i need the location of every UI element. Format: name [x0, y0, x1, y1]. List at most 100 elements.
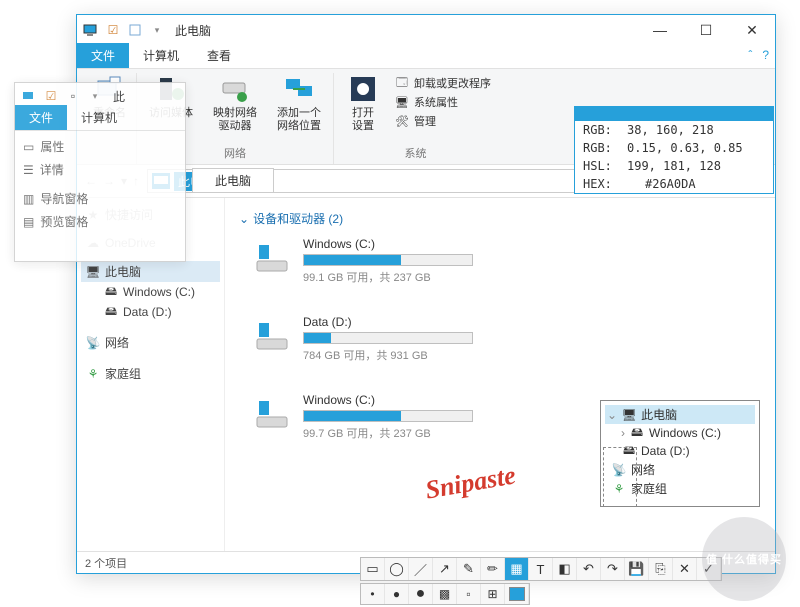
smzdm-watermark: 值 什么值得买 — [702, 517, 786, 601]
pc-icon: 🖥 — [85, 264, 101, 280]
help-icon[interactable]: ? — [762, 48, 769, 62]
open-settings-button[interactable]: 打开 设置 — [340, 73, 386, 133]
manage-icon: 🛠 — [394, 113, 410, 129]
drive-capacity: 99.7 GB 可用，共 237 GB — [303, 425, 503, 441]
ribbon-tabs: 文件 计算机 查看 ˆ ? — [77, 45, 775, 69]
system-properties-button[interactable]: 🖥系统属性 — [394, 94, 491, 110]
status-text: 2 个项目 — [85, 555, 127, 571]
size-small[interactable]: • — [361, 584, 385, 604]
ribbon-collapse-icon[interactable]: ˆ — [748, 48, 752, 62]
breadcrumb-dropdown[interactable]: 此电脑 — [192, 168, 274, 193]
list-icon: ☰ — [23, 163, 34, 177]
selection-marquee — [603, 447, 637, 507]
ghost-title: 此 — [109, 88, 125, 105]
map-network-drive-button[interactable]: 映射网络 驱动器 — [207, 73, 263, 133]
title-bar: ☑ ▾ 此电脑 — ☐ ✕ — [77, 15, 775, 45]
minimize-button[interactable]: — — [637, 15, 683, 45]
ghost-tab-computer[interactable]: 计算机 — [67, 105, 131, 130]
tool-text[interactable]: T — [529, 558, 553, 580]
tool-eraser[interactable]: ◧ — [553, 558, 577, 580]
pattern-hatch[interactable]: ▩ — [433, 584, 457, 604]
tool-line[interactable]: ／ — [409, 558, 433, 580]
settings-icon — [347, 73, 379, 105]
capacity-bar — [303, 410, 473, 422]
annotation-toolbar: ▭ ◯ ／ ↗ ✎ ✏ ▦ T ◧ ↶ ↷ 💾 ⎘ ✕ ✓ — [360, 557, 722, 581]
qat-properties-icon[interactable]: ☑ — [105, 22, 121, 38]
qat-dropdown-icon[interactable]: ▾ — [149, 22, 165, 38]
drive-item[interactable]: Windows (C:) 99.7 GB 可用，共 237 GB — [253, 393, 503, 441]
uninstall-icon: 🗔 — [394, 75, 410, 91]
rgb-value: 38, 160, 218 — [627, 123, 714, 137]
window-title: 此电脑 — [171, 22, 637, 39]
pane-icon: ▥ — [23, 192, 34, 206]
qat-icon: ☑ — [43, 88, 59, 104]
ghost-preview-pane[interactable]: ▤预览窗格 — [19, 210, 181, 233]
tool-save[interactable]: 💾 — [625, 558, 649, 580]
mini-drive-c[interactable]: ›🖴Windows (C:) — [605, 424, 755, 442]
tree-homegroup[interactable]: ⚘家庭组 — [81, 363, 220, 384]
manage-button[interactable]: 🛠管理 — [394, 113, 491, 129]
tool-undo[interactable]: ↶ — [577, 558, 601, 580]
size-medium[interactable]: ● — [385, 584, 409, 604]
tool-ellipse[interactable]: ◯ — [385, 558, 409, 580]
box-icon: ▭ — [23, 140, 34, 154]
drive-item[interactable]: Data (D:)784 GB 可用，共 931 GB — [253, 315, 503, 363]
drive-name: Windows (C:) — [303, 393, 503, 407]
capacity-bar — [303, 332, 473, 344]
tab-computer[interactable]: 计算机 — [129, 43, 193, 68]
drive-capacity: 99.1 GB 可用，共 237 GB — [303, 269, 503, 285]
pinned-tree-popup[interactable]: ⌄🖥此电脑 ›🖴Windows (C:) 🖴Data (D:) 📡网络 ⚘家庭组 — [600, 400, 760, 507]
tree-drive-c[interactable]: 🖴Windows (C:) — [81, 282, 220, 302]
mini-this-pc[interactable]: ⌄🖥此电脑 — [605, 405, 755, 424]
ghost-properties[interactable]: ▭属性 — [19, 135, 181, 158]
tool-arrow[interactable]: ↗ — [433, 558, 457, 580]
tree-this-pc[interactable]: 🖥此电脑 — [81, 261, 220, 282]
maximize-button[interactable]: ☐ — [683, 15, 729, 45]
pattern-blur[interactable]: ▫ — [457, 584, 481, 604]
capacity-bar — [303, 254, 473, 266]
style-toolbar: • ● ● ▩ ▫ ⊞ — [360, 583, 530, 605]
system-properties-icon: 🖥 — [394, 94, 410, 110]
homegroup-icon: ⚘ — [85, 366, 101, 382]
ghost-tab-file[interactable]: 文件 — [15, 105, 67, 130]
color-swatch[interactable] — [505, 584, 529, 604]
tree-network[interactable]: 📡网络 — [81, 332, 220, 353]
tool-redo[interactable]: ↷ — [601, 558, 625, 580]
breadcrumb-bar[interactable]: 此电脑 此电脑 ▾ — [147, 169, 613, 193]
ghost-details[interactable]: ☰详情 — [19, 158, 181, 181]
pane-icon: ▤ — [23, 215, 34, 229]
drive-capacity: 784 GB 可用，共 931 GB — [303, 347, 503, 363]
hsl-value: 199, 181, 128 — [627, 159, 721, 173]
tool-pencil[interactable]: ✎ — [457, 558, 481, 580]
tool-cancel[interactable]: ✕ — [673, 558, 697, 580]
color-picker-popup: RGB:38, 160, 218 RGB:0.15, 0.63, 0.85 HS… — [574, 106, 774, 194]
tool-rectangle[interactable]: ▭ — [361, 558, 385, 580]
close-button[interactable]: ✕ — [729, 15, 775, 45]
drive-icon — [253, 393, 293, 433]
ghost-nav-pane[interactable]: ▥导航窗格 — [19, 187, 181, 210]
rgb-float-value: 0.15, 0.63, 0.85 — [627, 141, 743, 155]
tab-file[interactable]: 文件 — [77, 43, 129, 68]
group-system-label: 系统 — [405, 143, 427, 164]
section-header[interactable]: ⌄ 设备和驱动器 (2) — [239, 210, 765, 227]
system-icon[interactable] — [83, 22, 99, 38]
color-picker-header — [575, 107, 773, 121]
drive-icon: 🖴 — [103, 284, 119, 300]
drive-icon — [253, 237, 293, 277]
uninstall-programs-button[interactable]: 🗔卸载或更改程序 — [394, 75, 491, 91]
tool-marker[interactable]: ✏ — [481, 558, 505, 580]
pattern-pixelate[interactable]: ⊞ — [481, 584, 505, 604]
tab-view[interactable]: 查看 — [193, 43, 245, 68]
system-icon — [21, 88, 37, 104]
network-location-icon — [283, 73, 315, 105]
drive-icon — [253, 315, 293, 355]
tool-copy[interactable]: ⎘ — [649, 558, 673, 580]
chevron-down-icon: ⌄ — [239, 212, 249, 226]
hex-value: #26A0DA — [627, 177, 696, 191]
qat-new-icon[interactable] — [127, 22, 143, 38]
tool-mosaic[interactable]: ▦ — [505, 558, 529, 580]
add-network-location-button[interactable]: 添加一个 网络位置 — [271, 73, 327, 133]
drive-item[interactable]: Windows (C:)99.1 GB 可用，共 237 GB — [253, 237, 503, 285]
tree-drive-d[interactable]: 🖴Data (D:) — [81, 302, 220, 322]
size-large[interactable]: ● — [409, 584, 433, 604]
